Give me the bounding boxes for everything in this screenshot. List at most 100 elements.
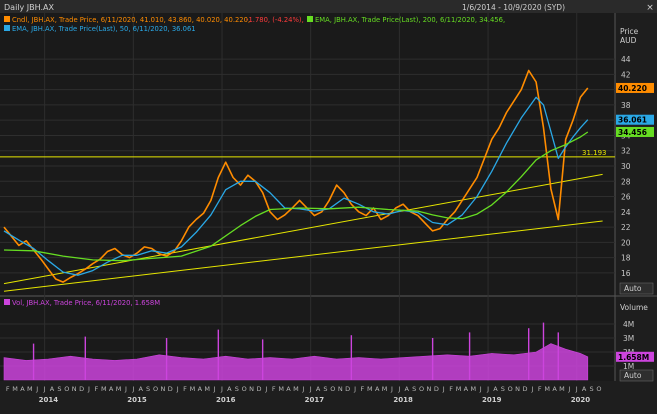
year-tick-label: 2015	[127, 396, 147, 404]
month-tick-label: M	[27, 385, 33, 393]
month-tick-label: A	[405, 385, 410, 393]
month-tick-label: J	[353, 385, 356, 393]
month-tick-label: J	[35, 385, 38, 393]
month-tick-label: A	[20, 385, 25, 393]
month-tick-label: N	[515, 385, 520, 393]
price-axis-title: Price	[620, 27, 639, 36]
close-icon[interactable]: ×	[646, 3, 654, 13]
legend-swatch-volume	[4, 299, 10, 305]
month-tick-label: A	[552, 385, 557, 393]
price-tick-label: 32	[621, 147, 631, 156]
price-auto-label: Auto	[624, 284, 642, 293]
month-tick-label: O	[64, 385, 69, 393]
month-tick-label: M	[367, 385, 373, 393]
month-tick-label: J	[213, 385, 216, 393]
month-tick-label: D	[523, 385, 528, 393]
month-tick-label: J	[43, 385, 46, 393]
price-tick-label: 28	[621, 177, 631, 186]
month-tick-label: A	[375, 385, 380, 393]
month-tick-label: S	[57, 385, 61, 393]
legend-ema200: EMA, JBH.AX, Trade Price(Last), 200, 6/1…	[315, 16, 505, 24]
month-tick-label: O	[596, 385, 601, 393]
month-tick-label: F	[95, 385, 99, 393]
month-tick-label: J	[309, 385, 312, 393]
price-tick-label: 30	[621, 162, 631, 171]
price-tick-label: 38	[621, 101, 631, 110]
month-tick-label: J	[87, 385, 90, 393]
month-tick-label: F	[538, 385, 542, 393]
month-tick-label: O	[330, 385, 335, 393]
month-tick-label: O	[153, 385, 158, 393]
month-tick-label: M	[204, 385, 210, 393]
month-tick-label: S	[146, 385, 150, 393]
year-tick-label: 2019	[482, 396, 502, 404]
price-tick-label: 24	[621, 208, 631, 217]
legend-ema50: EMA, JBH.AX, Trade Price(Last), 50, 6/11…	[12, 25, 196, 33]
volume-tag-label: 1.658M	[618, 353, 649, 362]
month-tick-label: F	[183, 385, 187, 393]
month-tick-label: M	[559, 385, 565, 393]
month-tick-label: D	[345, 385, 350, 393]
month-tick-label: J	[124, 385, 127, 393]
month-tick-label: S	[501, 385, 505, 393]
month-tick-label: S	[235, 385, 239, 393]
month-tick-label: J	[220, 385, 223, 393]
month-tick-label: F	[361, 385, 365, 393]
month-tick-label: J	[479, 385, 482, 393]
month-tick-label: A	[493, 385, 498, 393]
volume-tick-label: 3M	[623, 334, 634, 343]
date-range: 1/6/2014 - 10/9/2020 (SYD)	[462, 3, 565, 12]
year-tick-label: 2020	[571, 396, 591, 404]
price-axis-unit: AUD	[620, 36, 637, 45]
volume-tick-label: 1M	[623, 362, 634, 371]
month-tick-label: A	[464, 385, 469, 393]
month-tick-label: J	[131, 385, 134, 393]
month-tick-label: N	[160, 385, 165, 393]
month-tick-label: O	[242, 385, 247, 393]
month-tick-label: J	[530, 385, 533, 393]
month-tick-label: S	[323, 385, 327, 393]
month-tick-label: M	[190, 385, 196, 393]
month-tick-label: F	[449, 385, 453, 393]
month-tick-label: D	[256, 385, 261, 393]
month-tick-label: J	[301, 385, 304, 393]
price-tick-label: 42	[621, 70, 631, 79]
price-volume-chart[interactable]: Daily JBH.AX 1/6/2014 - 10/9/2020 (SYD) …	[0, 0, 657, 414]
legend-swatch-candle	[4, 16, 10, 22]
month-tick-label: M	[456, 385, 462, 393]
price-tag-label: 34.456	[618, 128, 647, 137]
chart-window: Daily JBH.AX 1/6/2014 - 10/9/2020 (SYD) …	[0, 0, 657, 414]
year-tick-label: 2016	[216, 396, 236, 404]
price-tag-label: 36.061	[618, 116, 647, 125]
axis-layer: 1618202224262830323436384042441M2M3M4M40…	[616, 55, 654, 371]
month-tick-label: J	[442, 385, 445, 393]
month-tick-label: J	[264, 385, 267, 393]
month-tick-label: F	[6, 385, 10, 393]
legend-swatch-ema50	[4, 25, 10, 31]
month-tick-label: A	[50, 385, 55, 393]
month-tick-label: M	[544, 385, 550, 393]
year-tick-label: 2014	[39, 396, 59, 404]
month-tick-label: S	[412, 385, 416, 393]
legend-volume: Vol, JBH.AX, Trade Price, 6/11/2020, 1.6…	[12, 299, 160, 307]
month-tick-label: N	[72, 385, 77, 393]
month-tick-label: A	[582, 385, 587, 393]
price-tick-label: 22	[621, 223, 631, 232]
price-tick-label: 16	[621, 269, 631, 278]
year-tick-label: 2017	[305, 396, 325, 404]
month-tick-label: M	[470, 385, 476, 393]
horizontal-line-label: 31.193	[582, 149, 607, 157]
month-tick-label: M	[293, 385, 299, 393]
month-tick-label: M	[382, 385, 388, 393]
legend-candle: Cndl, JBH.AX, Trade Price, 6/11/2020, 41…	[12, 16, 250, 24]
price-tick-label: 26	[621, 193, 631, 202]
volume-axis-title: Volume	[620, 303, 648, 312]
month-tick-label: N	[338, 385, 343, 393]
legend-candle-change: -1.780, (-4.24%),	[246, 16, 304, 24]
month-tick-label: A	[286, 385, 291, 393]
month-tick-label: A	[227, 385, 232, 393]
price-panel	[0, 13, 615, 295]
price-tick-label: 18	[621, 254, 631, 263]
volume-tick-label: 4M	[623, 320, 634, 329]
month-tick-label: M	[101, 385, 107, 393]
